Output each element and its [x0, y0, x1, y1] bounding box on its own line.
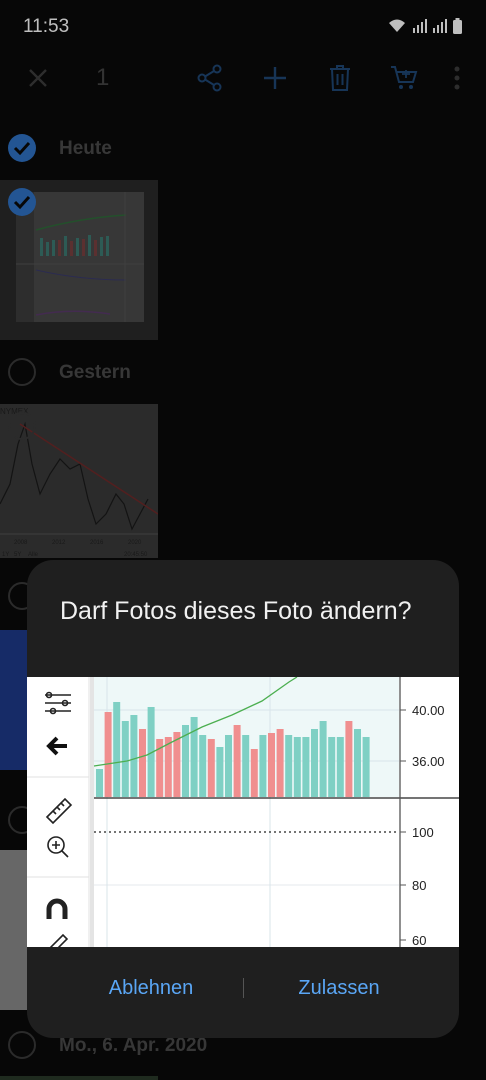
- volume-bar: [121, 721, 129, 797]
- volume-bar: [362, 737, 370, 797]
- chart-preview-image: 40.00 36.00 100 80 60: [27, 677, 459, 947]
- volume-bar: [113, 702, 121, 797]
- volume-bar: [96, 769, 103, 797]
- volume-bar: [311, 729, 318, 797]
- volume-bar: [173, 732, 181, 797]
- photo-preview: 40.00 36.00 100 80 60: [27, 677, 459, 947]
- volume-bar: [139, 729, 146, 797]
- axis-tick-label: 100: [412, 825, 434, 840]
- volume-bar: [268, 733, 275, 797]
- allow-button[interactable]: Zulassen: [277, 970, 401, 1006]
- volume-bar: [276, 729, 284, 797]
- volume-bar: [250, 749, 258, 797]
- lines-tool-icon: [45, 691, 71, 715]
- volume-bar: [345, 721, 353, 797]
- button-divider: [243, 978, 244, 998]
- volume-bar: [216, 747, 224, 797]
- volume-bar: [164, 737, 172, 797]
- axis-tick-label: 36.00: [412, 754, 445, 769]
- volume-bar: [259, 735, 267, 797]
- axis-tick-label: 60: [412, 933, 426, 947]
- volume-bar: [242, 735, 250, 797]
- volume-bar: [285, 735, 293, 797]
- volume-bar: [207, 739, 215, 797]
- volume-bar: [302, 737, 310, 797]
- volume-bar: [233, 725, 241, 797]
- permission-dialog: Darf Fotos dieses Foto ändern? 40.00 36.…: [27, 560, 459, 1038]
- volume-bar: [199, 735, 207, 797]
- volume-bar: [354, 729, 361, 797]
- volume-bar: [104, 712, 112, 797]
- axis-tick-label: 80: [412, 878, 426, 893]
- volume-bar: [319, 721, 327, 797]
- deny-button[interactable]: Ablehnen: [89, 970, 213, 1006]
- volume-bar: [336, 737, 344, 797]
- axis-tick-label: 40.00: [412, 703, 445, 718]
- volume-bar: [225, 735, 232, 797]
- dialog-title: Darf Fotos dieses Foto ändern?: [60, 597, 412, 625]
- volume-bar: [328, 737, 336, 797]
- volume-bar: [293, 737, 301, 797]
- volume-bar: [130, 715, 138, 797]
